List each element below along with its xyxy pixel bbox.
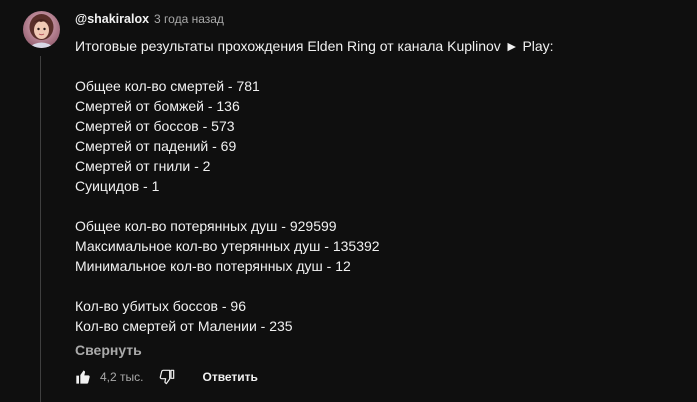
comment-line: Смертей от бомжей - 136 xyxy=(75,98,240,114)
collapse-button[interactable]: Свернуть xyxy=(75,340,142,360)
comment: @shakiralox 3 года назад Итоговые резуль… xyxy=(75,12,687,360)
comment-line: Смертей от боссов - 573 xyxy=(75,118,235,134)
comment-text: Итоговые результаты прохождения Elden Ri… xyxy=(75,36,687,336)
comment-actions: 4,2 тыс. Ответить xyxy=(75,366,258,388)
comment-header: @shakiralox 3 года назад xyxy=(75,12,687,28)
avatar-image xyxy=(23,11,60,48)
author-name[interactable]: @shakiralox xyxy=(75,12,149,26)
thread-line xyxy=(40,56,41,402)
comment-line: Смертей от падений - 69 xyxy=(75,138,237,154)
like-count: 4,2 тыс. xyxy=(100,370,144,384)
comment-line: Общее кол-во потерянных душ - 929599 xyxy=(75,218,337,234)
comment-line: Кол-во убитых боссов - 96 xyxy=(75,298,246,314)
comment-line: Общее кол-во смертей - 781 xyxy=(75,78,260,94)
comment-line: Смертей от гнили - 2 xyxy=(75,158,211,174)
avatar[interactable] xyxy=(23,11,60,48)
comment-line: Суицидов - 1 xyxy=(75,178,160,194)
comment-line: Минимальное кол-во потерянных душ - 12 xyxy=(75,258,351,274)
comment-line: Кол-во смертей от Малении - 235 xyxy=(75,318,293,334)
thumb-down-icon xyxy=(160,369,175,385)
like-button[interactable] xyxy=(75,368,91,386)
thumb-up-icon xyxy=(76,370,90,384)
dislike-button[interactable] xyxy=(159,368,175,386)
comment-line: Максимальное кол-во утерянных душ - 1353… xyxy=(75,238,380,254)
reply-button[interactable]: Ответить xyxy=(202,370,257,384)
comment-time[interactable]: 3 года назад xyxy=(154,12,224,26)
comment-line: Итоговые результаты прохождения Elden Ri… xyxy=(75,38,554,54)
